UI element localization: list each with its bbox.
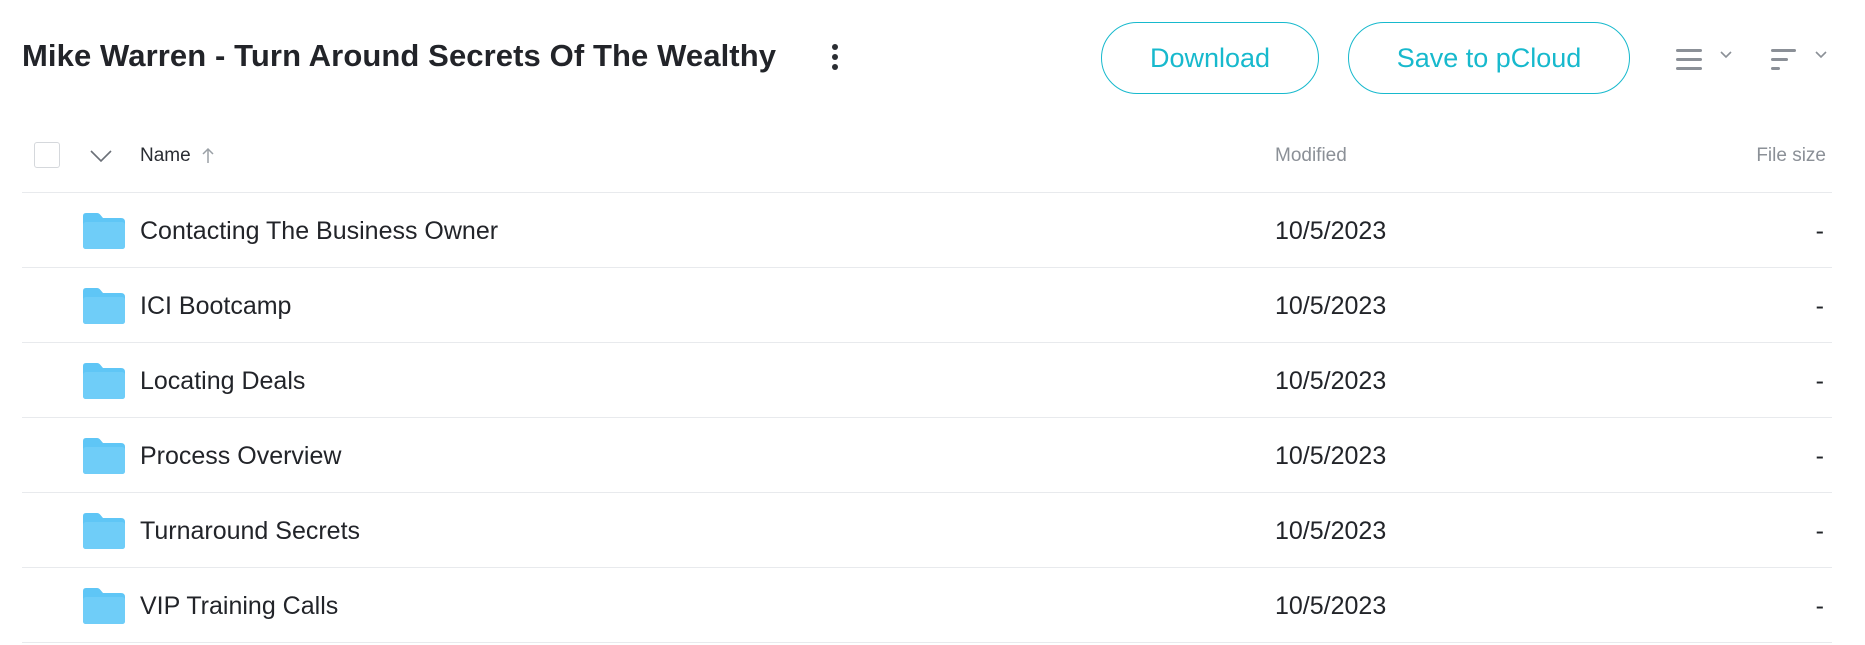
list-view-icon [1676, 49, 1702, 70]
file-name[interactable]: ICI Bootcamp [140, 292, 291, 321]
modified-date: 10/5/2023 [1275, 367, 1387, 395]
file-size: - [1815, 367, 1824, 395]
file-size: - [1815, 217, 1824, 245]
save-to-pcloud-button[interactable]: Save to pCloud [1348, 22, 1630, 94]
table-row[interactable]: Process Overview 10/5/2023 - [22, 418, 1832, 493]
arrow-up-icon [202, 147, 214, 163]
modified-date: 10/5/2023 [1275, 592, 1387, 620]
file-name[interactable]: Turnaround Secrets [140, 517, 360, 546]
folder-icon [83, 438, 125, 474]
more-vertical-icon[interactable] [826, 44, 844, 74]
file-table: Name Modified File size Contacting The B… [22, 118, 1832, 643]
column-header-file-size[interactable]: File size [1756, 145, 1826, 167]
table-row[interactable]: VIP Training Calls 10/5/2023 - [22, 568, 1832, 643]
modified-date: 10/5/2023 [1275, 517, 1387, 545]
folder-icon [83, 213, 125, 249]
folder-icon [83, 588, 125, 624]
folder-icon [83, 288, 125, 324]
table-row[interactable]: Turnaround Secrets 10/5/2023 - [22, 493, 1832, 568]
sort-toggle[interactable] [1770, 44, 1836, 74]
column-header-modified[interactable]: Modified [1275, 145, 1347, 167]
table-body: Contacting The Business Owner 10/5/2023 … [22, 193, 1832, 643]
file-name[interactable]: Process Overview [140, 442, 341, 471]
download-button[interactable]: Download [1101, 22, 1319, 94]
column-header-name[interactable]: Name [140, 145, 215, 167]
table-header: Name Modified File size [22, 118, 1832, 193]
folder-icon [83, 363, 125, 399]
modified-date: 10/5/2023 [1275, 442, 1387, 470]
modified-date: 10/5/2023 [1275, 292, 1387, 320]
file-name[interactable]: Contacting The Business Owner [140, 217, 498, 246]
chevron-down-icon[interactable] [88, 146, 114, 166]
file-name[interactable]: VIP Training Calls [140, 592, 338, 621]
view-mode-toggle[interactable] [1675, 44, 1741, 74]
table-row[interactable]: ICI Bootcamp 10/5/2023 - [22, 268, 1832, 343]
file-size: - [1815, 517, 1824, 545]
table-row[interactable]: Contacting The Business Owner 10/5/2023 … [22, 193, 1832, 268]
file-size: - [1815, 592, 1824, 620]
file-size: - [1815, 442, 1824, 470]
sort-icon [1771, 49, 1796, 70]
chevron-down-icon [1720, 51, 1732, 59]
modified-date: 10/5/2023 [1275, 217, 1387, 245]
file-name[interactable]: Locating Deals [140, 367, 305, 396]
folder-icon [83, 513, 125, 549]
select-all-checkbox[interactable] [34, 142, 60, 168]
column-name-label: Name [140, 145, 191, 166]
table-row[interactable]: Locating Deals 10/5/2023 - [22, 343, 1832, 418]
header: Mike Warren - Turn Around Secrets Of The… [0, 0, 1865, 100]
chevron-down-icon [1815, 51, 1827, 59]
file-size: - [1815, 292, 1824, 320]
page-title: Mike Warren - Turn Around Secrets Of The… [22, 38, 777, 73]
